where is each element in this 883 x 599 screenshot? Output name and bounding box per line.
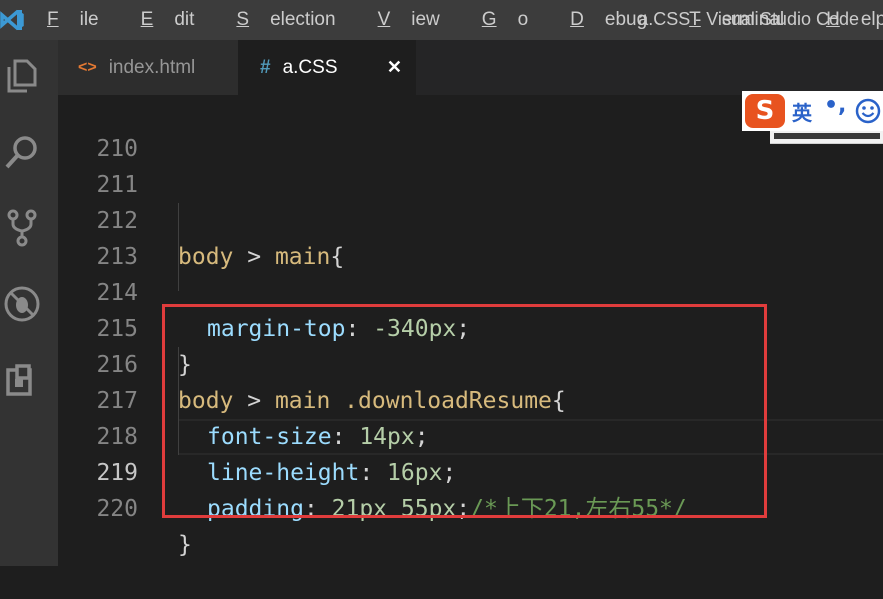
menu-go[interactable]: Go — [482, 9, 549, 31]
ime-punctuation-toggle[interactable]: •, — [824, 93, 846, 118]
explorer-button[interactable] — [0, 54, 44, 98]
debug-button[interactable] — [0, 282, 44, 326]
tab-bar: <> index.html # a.CSS ✕ — [58, 40, 883, 95]
ime-toolbar-shadow — [770, 131, 883, 144]
menu-selection[interactable]: Selection — [236, 9, 356, 31]
search-icon — [5, 136, 37, 169]
code-line-212[interactable]: 212 body > main{ — [58, 167, 883, 270]
html-file-icon: <> — [78, 58, 97, 76]
source-control-button[interactable] — [0, 206, 44, 250]
window-title: a.CSS - Visual Studio Code — [638, 9, 859, 29]
menu-edit[interactable]: Edit — [141, 9, 216, 31]
code-line-214[interactable]: 214 margin-top: -340px; — [58, 239, 883, 342]
code-line-213[interactable]: 213 — [58, 203, 883, 270]
code-line-211[interactable]: 211 — [58, 131, 883, 198]
code-text: } — [178, 532, 192, 558]
ime-mode-toggle[interactable]: 英 — [792, 97, 812, 126]
tab-index-html[interactable]: <> index.html — [58, 40, 238, 95]
sogou-logo-icon[interactable]: S — [745, 94, 785, 128]
tab-a-css[interactable]: # a.CSS ✕ — [238, 40, 416, 95]
debug-icon — [4, 286, 40, 322]
search-button[interactable] — [0, 130, 44, 174]
tab-label: index.html — [108, 56, 196, 78]
css-file-icon: # — [260, 56, 271, 78]
menu-view[interactable]: View — [378, 9, 461, 31]
vscode-logo-icon[interactable] — [0, 6, 24, 34]
source-control-icon — [7, 209, 37, 247]
explorer-icon — [7, 59, 37, 93]
tab-label: a.CSS — [282, 56, 338, 78]
close-icon[interactable]: ✕ — [387, 57, 402, 78]
activity-bar — [0, 40, 58, 566]
extensions-button[interactable] — [0, 358, 44, 402]
extensions-icon — [6, 364, 32, 396]
highlight-box — [162, 304, 767, 518]
menu-file[interactable]: File — [47, 9, 120, 31]
emoji-icon[interactable] — [855, 98, 881, 124]
ime-toolbar[interactable]: S 英 •, — [742, 91, 883, 131]
line-number: 220 — [96, 496, 138, 522]
title-bar: File Edit Selection View Go Debug Termin… — [0, 0, 883, 40]
